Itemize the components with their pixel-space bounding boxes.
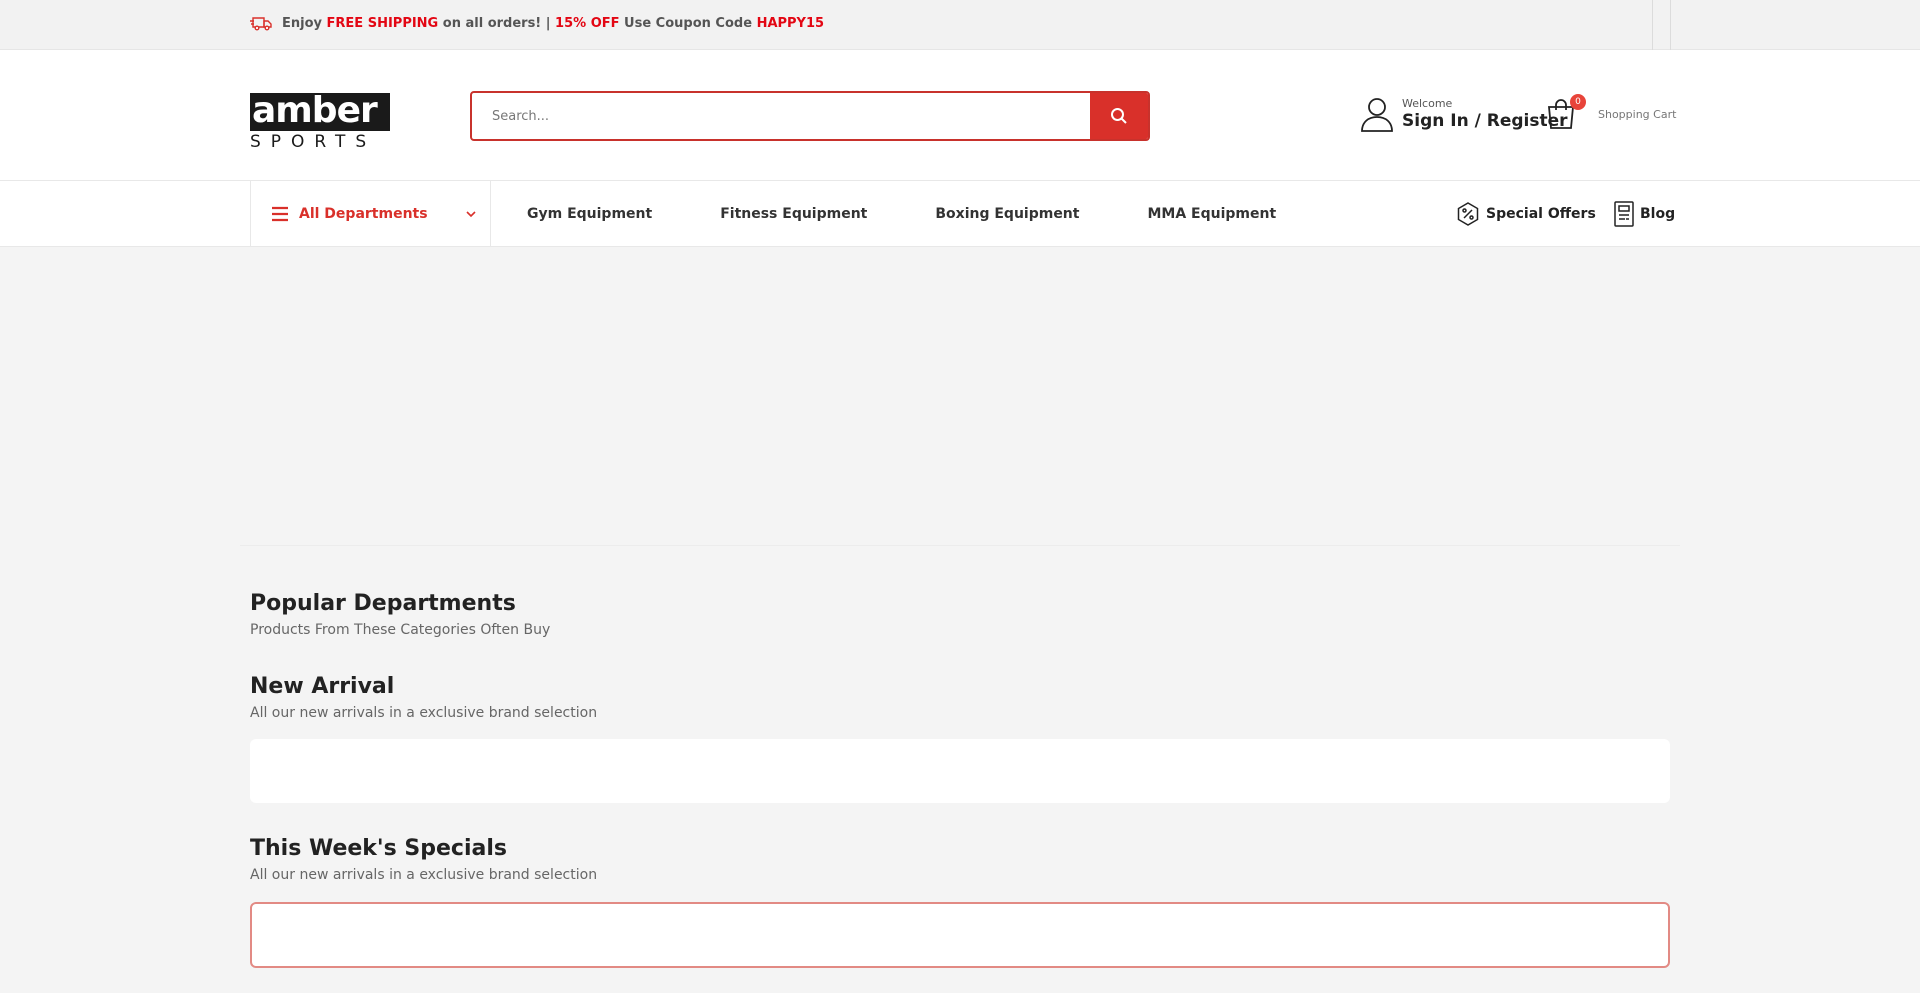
discount-badge-icon bbox=[1457, 202, 1479, 226]
user-icon bbox=[1361, 98, 1393, 132]
section-title: This Week's Specials bbox=[250, 836, 507, 861]
shopping-cart[interactable]: 0 Shopping Cart bbox=[1546, 94, 1677, 132]
cart-label: Shopping Cart bbox=[1598, 108, 1677, 121]
blog-label: Blog bbox=[1640, 206, 1676, 222]
promo-message: Enjoy FREE SHIPPING on all orders! | 15%… bbox=[250, 15, 824, 31]
search-bar bbox=[470, 91, 1150, 141]
weekly-specials-products-panel bbox=[250, 902, 1670, 968]
nav-item-boxing-equipment[interactable]: Boxing Equipment bbox=[935, 206, 1079, 222]
topbar-divider bbox=[1670, 0, 1671, 50]
site-header: amber SPORTS Welcome Sign In / Register … bbox=[0, 50, 1920, 181]
blog-document-icon bbox=[1614, 201, 1634, 227]
nav-item-fitness-equipment[interactable]: Fitness Equipment bbox=[720, 206, 867, 222]
special-offers-label: Special Offers bbox=[1486, 206, 1596, 222]
nav-item-mma-equipment[interactable]: MMA Equipment bbox=[1147, 206, 1276, 222]
truck-icon bbox=[250, 17, 272, 31]
chevron-down-icon bbox=[466, 210, 476, 217]
cart-count-badge: 0 bbox=[1570, 94, 1586, 110]
promo-enjoy: Enjoy bbox=[282, 15, 322, 31]
account-welcome: Welcome bbox=[1402, 97, 1453, 110]
search-input[interactable] bbox=[472, 93, 1090, 139]
sign-in-register-link[interactable]: Sign In / Register bbox=[1402, 111, 1568, 131]
account-link[interactable]: Welcome Sign In / Register bbox=[1360, 96, 1568, 132]
blog-link[interactable]: Blog bbox=[1614, 201, 1675, 227]
topbar-divider bbox=[1652, 0, 1653, 50]
section-subtitle: Products From These Categories Often Buy bbox=[250, 622, 551, 638]
search-button[interactable] bbox=[1090, 93, 1148, 139]
nav-item-gym-equipment[interactable]: Gym Equipment bbox=[527, 206, 652, 222]
all-departments-label: All Departments bbox=[299, 206, 428, 222]
weekly-specials-section: This Week's Specials All our new arrival… bbox=[250, 836, 597, 883]
promo-use-code: Use Coupon Code bbox=[624, 15, 753, 31]
new-arrival-products-panel bbox=[250, 739, 1670, 803]
new-arrival-section: New Arrival All our new arrivals in a ex… bbox=[250, 674, 597, 721]
section-subtitle: All our new arrivals in a exclusive bran… bbox=[250, 867, 598, 883]
promo-discount: 15% OFF bbox=[555, 15, 620, 31]
site-logo[interactable]: amber SPORTS bbox=[250, 93, 390, 152]
section-title: Popular Departments bbox=[250, 591, 516, 616]
popular-departments-section: Popular Departments Products From These … bbox=[250, 591, 550, 638]
search-icon bbox=[1111, 108, 1127, 124]
logo-wordmark: amber bbox=[250, 93, 390, 131]
promo-free-shipping: FREE SHIPPING bbox=[326, 15, 439, 31]
promo-on-all-orders: on all orders! | bbox=[442, 15, 551, 31]
nav-menu: Gym Equipment Fitness Equipment Boxing E… bbox=[527, 181, 1276, 247]
all-departments-dropdown[interactable]: All Departments bbox=[250, 181, 491, 247]
logo-tagline: SPORTS bbox=[250, 132, 377, 152]
section-subtitle: All our new arrivals in a exclusive bran… bbox=[250, 705, 598, 721]
promo-code: HAPPY15 bbox=[756, 15, 825, 31]
main-navigation: All Departments Gym Equipment Fitness Eq… bbox=[0, 181, 1920, 247]
section-title: New Arrival bbox=[250, 674, 395, 699]
special-offers-link[interactable]: Special Offers bbox=[1456, 202, 1596, 226]
hamburger-icon bbox=[272, 206, 288, 222]
top-promo-bar: Enjoy FREE SHIPPING on all orders! | 15%… bbox=[0, 0, 1920, 50]
hero-banner-area bbox=[240, 247, 1680, 546]
